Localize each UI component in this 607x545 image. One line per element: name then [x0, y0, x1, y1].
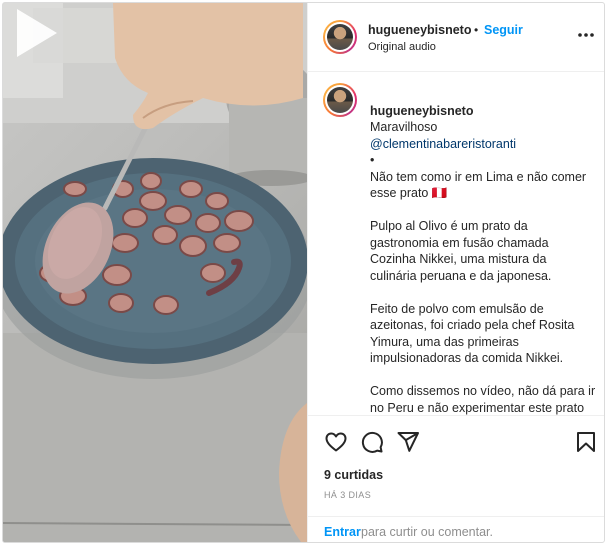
- comment-bar: Entrar para curtir ou comentar.: [308, 516, 604, 542]
- video-frame: [3, 3, 307, 542]
- likes-count[interactable]: 9 curtidas: [324, 468, 383, 482]
- heart-icon[interactable]: [324, 430, 348, 454]
- follow-button[interactable]: Seguir: [484, 23, 523, 37]
- share-icon[interactable]: [396, 430, 420, 454]
- caption-area: hugueneybisneto Maravilhoso @clementinab…: [308, 72, 604, 415]
- caption-paragraph: Como dissemos no vídeo, não dá para ir n…: [370, 384, 596, 415]
- caption-avatar[interactable]: [323, 83, 357, 117]
- login-link[interactable]: Entrar: [324, 525, 361, 539]
- audio-label[interactable]: Original audio: [368, 41, 436, 53]
- caption-username[interactable]: hugueneybisneto: [370, 104, 473, 118]
- login-prompt-text: para curtir ou comentar.: [361, 525, 494, 539]
- post-timestamp[interactable]: HÁ 3 DIAS: [324, 490, 371, 500]
- more-options-icon[interactable]: [576, 25, 596, 45]
- comment-icon[interactable]: [360, 430, 384, 454]
- caption-paragraph: Feito de polvo com emulsão de azeitonas,…: [370, 301, 575, 366]
- bookmark-icon[interactable]: [574, 430, 598, 454]
- caption-paragraph: Pulpo al Olivo é um prato da gastronomia…: [370, 219, 552, 283]
- play-icon[interactable]: [3, 3, 63, 63]
- separator-dot: •: [474, 23, 479, 37]
- avatar[interactable]: [323, 20, 357, 54]
- caption-first-word: Maravilhoso: [370, 120, 438, 134]
- post-video[interactable]: [3, 3, 307, 542]
- caption-mention[interactable]: @clementinabareristoranti: [370, 137, 516, 151]
- author-username[interactable]: hugueneybisneto: [368, 23, 471, 37]
- post-header: hugueneybisneto • Seguir Original audio: [308, 3, 604, 72]
- action-bar: 9 curtidas HÁ 3 DIAS Entrar para curtir …: [308, 415, 604, 542]
- post-details: hugueneybisneto • Seguir Original audio …: [307, 3, 604, 542]
- caption-text: hugueneybisneto Maravilhoso @clementinab…: [370, 86, 596, 415]
- post-card: hugueneybisneto • Seguir Original audio …: [2, 2, 605, 543]
- caption-paragraph: • Não tem como ir em Lima e não comer es…: [370, 153, 587, 200]
